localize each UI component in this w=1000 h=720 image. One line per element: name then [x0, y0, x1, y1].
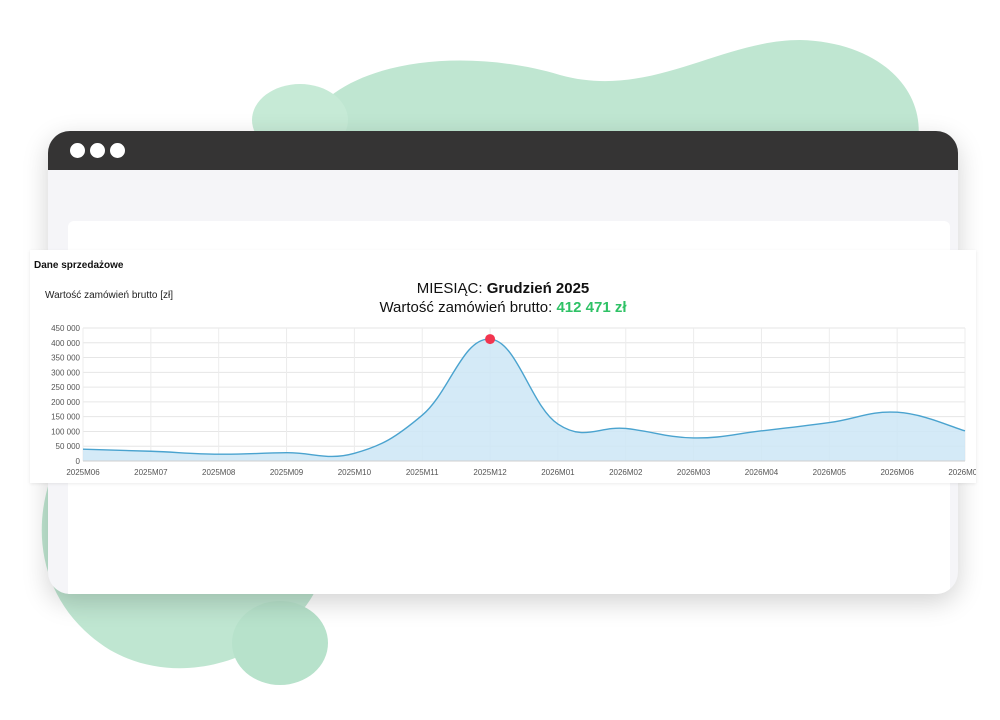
x-tick-label: 2026M03: [677, 468, 711, 477]
x-tick-label: 2026M07: [948, 468, 976, 477]
x-tick-label: 2026M06: [880, 468, 914, 477]
window-dot-icon[interactable]: [110, 143, 125, 158]
browser-titlebar: [48, 131, 958, 170]
x-tick-label: 2025M09: [270, 468, 304, 477]
highlight-point[interactable]: [485, 334, 496, 345]
y-tick-label: 100 000: [51, 427, 80, 436]
y-tick-label: 250 000: [51, 383, 80, 392]
window-dot-icon[interactable]: [90, 143, 105, 158]
y-tick-label: 300 000: [51, 368, 80, 377]
area-chart[interactable]: 0 50 000 100 000 150 000 200 000 250 000 300 0…: [30, 250, 976, 483]
y-tick-label: 450 000: [51, 324, 80, 333]
y-tick-label: 150 000: [51, 413, 80, 422]
x-tick-label: 2026M04: [745, 468, 779, 477]
y-tick-label: 200 000: [51, 398, 80, 407]
x-tick-label: 2025M06: [66, 468, 100, 477]
x-tick-label: 2025M08: [202, 468, 236, 477]
y-tick-label: 0: [76, 457, 81, 466]
x-tick-label: 2026M05: [813, 468, 847, 477]
y-tick-label: 400 000: [51, 339, 80, 348]
x-tick-label: 2026M01: [541, 468, 575, 477]
window-dot-icon[interactable]: [70, 143, 85, 158]
x-tick-label: 2026M02: [609, 468, 643, 477]
y-tick-label: 50 000: [56, 442, 81, 451]
x-tick-label: 2025M07: [134, 468, 168, 477]
x-tick-label: 2025M10: [338, 468, 372, 477]
x-tick-label: 2025M11: [406, 468, 439, 477]
x-tick-label: 2025M12: [473, 468, 507, 477]
y-tick-label: 350 000: [51, 354, 80, 363]
sales-panel: Dane sprzedażowe Wartość zamówień brutto…: [30, 250, 976, 483]
